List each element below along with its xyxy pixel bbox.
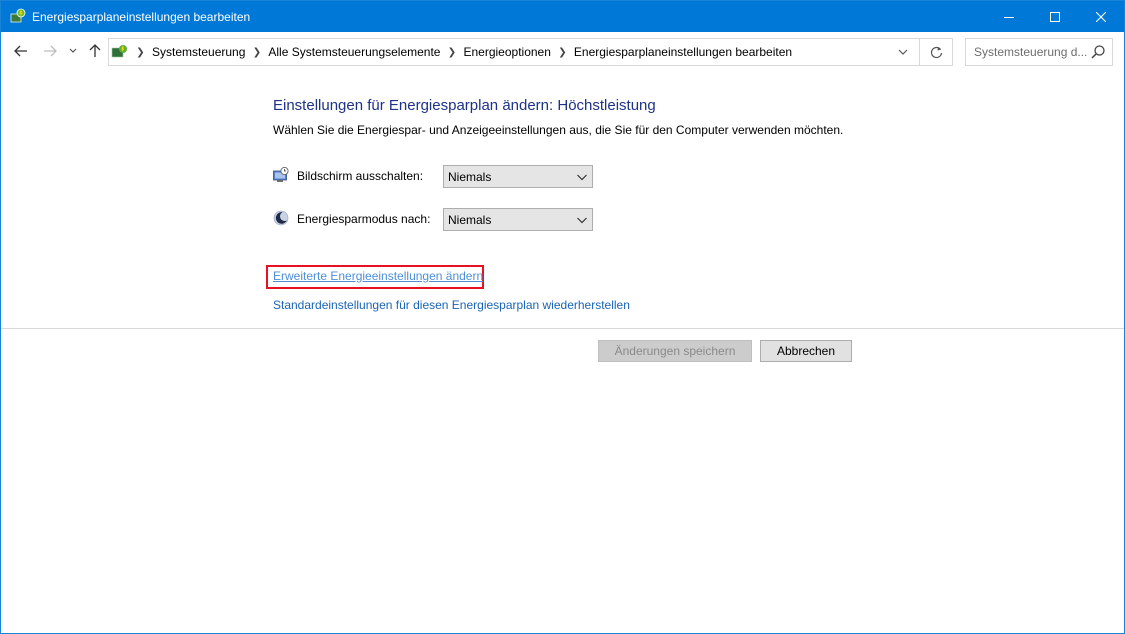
refresh-icon — [930, 46, 942, 58]
window-title: Energiesparplaneinstellungen bearbeiten — [32, 10, 251, 24]
display-off-value: Niemals — [448, 170, 492, 184]
chevron-down-icon — [898, 49, 908, 55]
restore-defaults-link[interactable]: Standardeinstellungen für diesen Energie… — [273, 298, 630, 312]
title-bar: Energiesparplaneinstellungen bearbeiten — [1, 1, 1124, 32]
save-changes-button[interactable]: Änderungen speichern — [598, 340, 752, 362]
navigation-bar: ❯ Systemsteuerung ❯ Alle Systemsteuerung… — [1, 32, 1124, 72]
address-history-button[interactable] — [893, 43, 913, 61]
back-button[interactable] — [10, 40, 32, 62]
page-title: Einstellungen für Energiesparplan ändern… — [273, 97, 656, 114]
minimize-button[interactable] — [986, 1, 1032, 32]
breadcrumb-item[interactable]: Energiesparplaneinstellungen bearbeiten — [570, 45, 796, 59]
chevron-right-icon[interactable]: ❯ — [444, 47, 459, 58]
search-input[interactable] — [966, 39, 1088, 65]
forward-button[interactable] — [39, 40, 61, 62]
breadcrumb-item[interactable]: Alle Systemsteuerungselemente — [264, 45, 444, 59]
arrow-left-icon — [14, 45, 27, 57]
sleep-value: Niemals — [448, 213, 492, 227]
breadcrumb-item[interactable]: Energieoptionen — [459, 45, 554, 59]
page-subtitle: Wählen Sie die Energiespar- und Anzeigee… — [273, 123, 844, 137]
sleep-dropdown[interactable]: Niemals — [443, 208, 593, 231]
search-box[interactable] — [965, 38, 1113, 66]
advanced-settings-link[interactable]: Erweiterte Energieeinstellungen ändern — [273, 269, 483, 283]
maximize-button[interactable] — [1032, 1, 1078, 32]
moon-icon — [273, 210, 289, 226]
divider — [1, 328, 1124, 329]
refresh-button[interactable] — [920, 38, 953, 66]
close-button[interactable] — [1078, 1, 1124, 32]
breadcrumb-item[interactable]: Systemsteuerung — [148, 45, 249, 59]
chevron-right-icon[interactable]: ❯ — [249, 47, 264, 58]
monitor-clock-icon — [273, 167, 289, 182]
recent-locations-button[interactable] — [64, 40, 82, 62]
chevron-down-icon — [69, 48, 77, 53]
arrow-right-icon — [44, 45, 57, 57]
sleep-label: Energiesparmodus nach: — [297, 212, 431, 226]
minimize-icon — [1004, 16, 1014, 18]
address-bar[interactable]: ❯ Systemsteuerung ❯ Alle Systemsteuerung… — [108, 38, 920, 66]
chevron-down-icon — [577, 174, 587, 181]
display-off-label: Bildschirm ausschalten: — [297, 169, 424, 183]
breadcrumb: ❯ Systemsteuerung ❯ Alle Systemsteuerung… — [133, 39, 796, 65]
search-icon[interactable] — [1090, 44, 1106, 60]
window: Energiesparplaneinstellungen bearbeiten — [0, 0, 1125, 634]
arrow-up-icon — [89, 44, 101, 57]
power-options-icon — [10, 8, 26, 23]
display-off-dropdown[interactable]: Niemals — [443, 165, 593, 188]
control-panel-icon — [111, 45, 127, 58]
up-button[interactable] — [84, 40, 106, 62]
chevron-down-icon — [577, 217, 587, 224]
chevron-right-icon: ❯ — [136, 46, 145, 58]
close-icon — [1096, 11, 1106, 22]
chevron-right-icon[interactable]: ❯ — [555, 47, 570, 58]
maximize-icon — [1050, 11, 1060, 22]
cancel-button[interactable]: Abbrechen — [760, 340, 852, 362]
